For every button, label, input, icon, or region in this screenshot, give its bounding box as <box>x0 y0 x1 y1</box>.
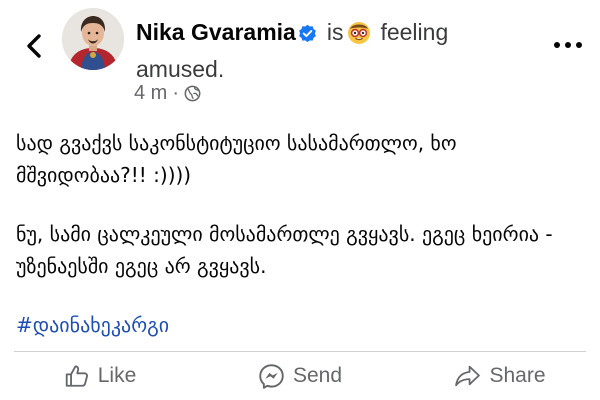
verified-badge-icon <box>298 22 317 52</box>
more-options-button[interactable] <box>546 30 590 60</box>
share-arrow-icon <box>455 365 481 387</box>
post-actions-bar: Like Send Share <box>0 352 600 400</box>
avatar-image <box>62 8 124 70</box>
post-card: Nika Gvaramia is feeling amused. 4 m · ს… <box>0 0 600 400</box>
share-label: Share <box>489 364 546 387</box>
post-meta: 4 m · <box>134 82 201 105</box>
timestamp[interactable]: 4 m <box>134 82 167 105</box>
send-button[interactable]: Send <box>200 363 400 390</box>
post-header: Nika Gvaramia is feeling amused. <box>136 17 516 86</box>
send-label: Send <box>292 364 343 387</box>
is-label: is <box>326 19 344 45</box>
avatar[interactable] <box>62 8 124 70</box>
feeling-value: amused. <box>136 56 225 82</box>
post-paragraph: ნუ, სამი ცალკეული მოსამართლე გვყავს. ეგე… <box>16 222 553 278</box>
like-label: Like <box>97 364 137 387</box>
author-name[interactable]: Nika Gvaramia <box>136 19 296 45</box>
nerd-face-emoji-icon <box>347 21 371 54</box>
back-button[interactable] <box>14 26 54 66</box>
feeling-label: feeling <box>380 19 449 45</box>
more-dots-icon <box>554 42 582 48</box>
thumbs-up-icon <box>65 365 88 387</box>
meta-separator: · <box>172 82 180 104</box>
messenger-icon <box>259 363 284 389</box>
post-paragraph: სად გვაქვს საკონსტიტუციო სასამართლო, ხო … <box>16 131 457 187</box>
post-body: სად გვაქვს საკონსტიტუციო სასამართლო, ხო … <box>16 127 586 341</box>
globe-icon <box>184 85 201 102</box>
like-button[interactable]: Like <box>0 363 200 389</box>
hashtag-link[interactable]: #დაინახეკარგი <box>16 313 169 337</box>
chevron-left-icon <box>27 34 41 58</box>
share-button[interactable]: Share <box>400 364 600 388</box>
